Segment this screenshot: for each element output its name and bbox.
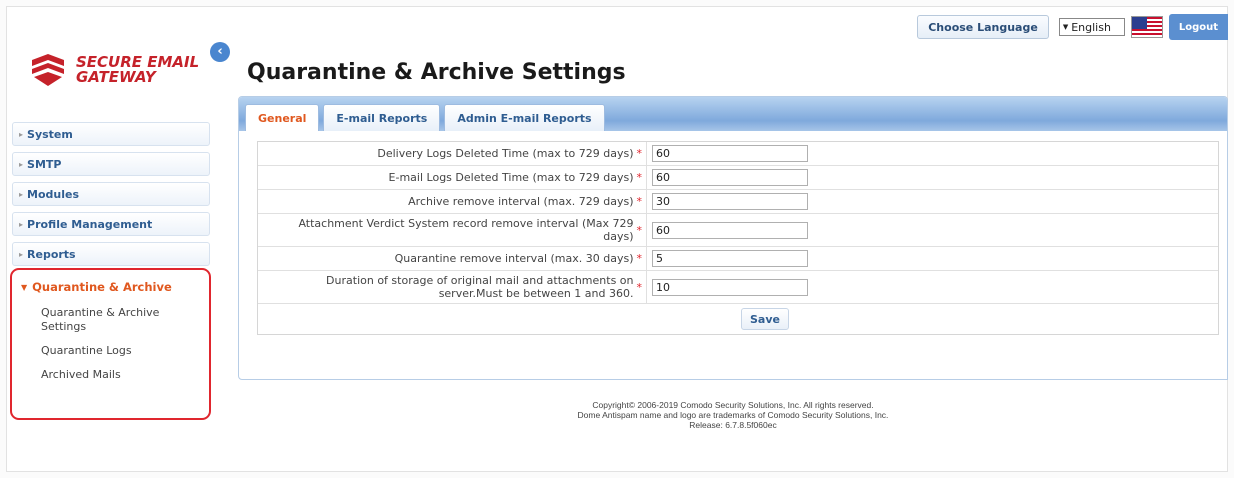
- form-row: Attachment Verdict System record remove …: [258, 214, 1218, 247]
- sidebar-section-quarantine-archive: ▼ Quarantine & Archive Quarantine & Arch…: [10, 268, 211, 420]
- archive-remove-interval-input[interactable]: 30: [652, 193, 808, 210]
- sidebar-item-label: SMTP: [27, 157, 62, 171]
- footer-release: Release: 6.7.8.5f060ec: [689, 420, 777, 430]
- sidebar-item-label: Reports: [27, 247, 76, 261]
- field-label: Delivery Logs Deleted Time (max to 729 d…: [377, 147, 634, 160]
- form-row: E-mail Logs Deleted Time (max to 729 day…: [258, 166, 1218, 190]
- chevron-right-icon: ▸: [19, 249, 24, 259]
- chevron-down-icon: ▼: [21, 282, 28, 292]
- sidebar-subitem-quarantine-logs[interactable]: Quarantine Logs: [41, 344, 209, 358]
- quarantine-remove-interval-input[interactable]: 5: [652, 250, 808, 267]
- sidebar: ▸ System ▸ SMTP ▸ Modules ▸ Profile Mana…: [12, 122, 210, 272]
- required-mark: *: [636, 195, 643, 208]
- delivery-logs-deleted-time-input[interactable]: 60: [652, 145, 808, 162]
- field-label: Attachment Verdict System record remove …: [298, 217, 634, 243]
- form-actions: Save: [258, 304, 1218, 334]
- field-label: Duration of storage of original mail and…: [326, 274, 634, 300]
- email-logs-deleted-time-input[interactable]: 60: [652, 169, 808, 186]
- sidebar-item-profile-management[interactable]: ▸ Profile Management: [12, 212, 210, 236]
- sidebar-subitem-archived-mails[interactable]: Archived Mails: [41, 368, 209, 382]
- chevron-right-icon: ▸: [19, 189, 24, 199]
- field-label: E-mail Logs Deleted Time (max to 729 day…: [388, 171, 634, 184]
- footer-trademark: Dome Antispam name and logo are trademar…: [577, 410, 889, 420]
- chevron-right-icon: ▸: [19, 159, 24, 169]
- footer: Copyright© 2006-2019 Comodo Security Sol…: [238, 400, 1228, 430]
- choose-language-button[interactable]: Choose Language: [917, 15, 1049, 39]
- logo: SECURE EMAIL GATEWAY: [30, 54, 199, 86]
- sidebar-subitem-quarantine-archive-settings[interactable]: Quarantine & Archive Settings: [41, 306, 191, 334]
- sidebar-item-system[interactable]: ▸ System: [12, 122, 210, 146]
- field-label: Quarantine remove interval (max. 30 days…: [394, 252, 634, 265]
- form-row: Duration of storage of original mail and…: [258, 271, 1218, 304]
- form-row: Archive remove interval (max. 729 days) *…: [258, 190, 1218, 214]
- logo-text-line2: GATEWAY: [76, 68, 156, 86]
- envelope-shield-icon: [32, 54, 64, 86]
- tab-bar: General E-mail Reports Admin E-mail Repo…: [239, 97, 1227, 131]
- settings-panel: General E-mail Reports Admin E-mail Repo…: [238, 96, 1228, 380]
- chevron-down-icon: ▼: [1062, 23, 1069, 31]
- tab-email-reports[interactable]: E-mail Reports: [323, 104, 441, 131]
- attachment-verdict-remove-interval-input[interactable]: 60: [652, 221, 808, 239]
- top-bar: Choose Language ▼ English Logout: [917, 14, 1228, 40]
- tab-general[interactable]: General: [245, 104, 320, 131]
- settings-form: Delivery Logs Deleted Time (max to 729 d…: [257, 141, 1219, 335]
- save-button[interactable]: Save: [741, 308, 789, 330]
- language-select-value: English: [1071, 20, 1111, 34]
- logout-button[interactable]: Logout: [1168, 14, 1228, 40]
- sidebar-item-label: Quarantine & Archive: [32, 280, 172, 294]
- footer-copyright: Copyright© 2006-2019 Comodo Security Sol…: [592, 400, 874, 410]
- collapse-sidebar-button[interactable]: ‹: [210, 42, 230, 62]
- chevron-left-icon: ‹: [217, 44, 223, 59]
- page-title: Quarantine & Archive Settings: [247, 60, 626, 85]
- sidebar-item-label: Profile Management: [27, 217, 153, 231]
- sidebar-item-modules[interactable]: ▸ Modules: [12, 182, 210, 206]
- sidebar-item-label: System: [27, 127, 73, 141]
- language-select[interactable]: ▼ English: [1058, 18, 1125, 36]
- us-flag-icon[interactable]: [1130, 16, 1163, 38]
- required-mark: *: [636, 223, 643, 237]
- chevron-right-icon: ▸: [19, 219, 24, 229]
- required-mark: *: [636, 147, 643, 160]
- sidebar-item-smtp[interactable]: ▸ SMTP: [12, 152, 210, 176]
- sidebar-item-quarantine-archive[interactable]: ▼ Quarantine & Archive: [12, 270, 209, 294]
- required-mark: *: [636, 171, 643, 184]
- required-mark: *: [636, 280, 643, 294]
- original-mail-storage-duration-input[interactable]: 10: [652, 278, 808, 296]
- chevron-right-icon: ▸: [19, 129, 24, 139]
- field-label: Archive remove interval (max. 729 days): [408, 195, 634, 208]
- sidebar-item-label: Modules: [27, 187, 80, 201]
- form-row: Quarantine remove interval (max. 30 days…: [258, 247, 1218, 271]
- form-row: Delivery Logs Deleted Time (max to 729 d…: [258, 142, 1218, 166]
- tab-admin-email-reports[interactable]: Admin E-mail Reports: [444, 104, 605, 131]
- sidebar-item-reports[interactable]: ▸ Reports: [12, 242, 210, 266]
- required-mark: *: [636, 252, 643, 265]
